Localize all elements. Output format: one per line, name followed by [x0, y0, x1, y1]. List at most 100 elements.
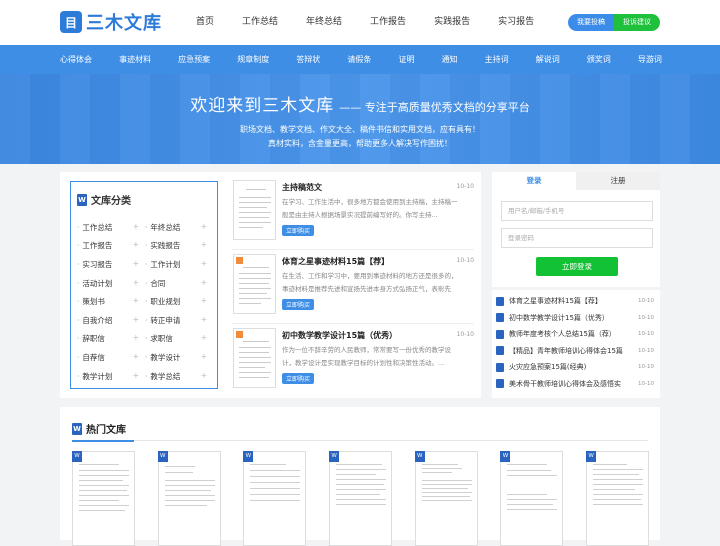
- nav-item-intern-report[interactable]: 实习报告: [498, 0, 534, 44]
- doc-thumbnail[interactable]: [233, 180, 276, 240]
- list-item[interactable]: 【精品】青年教师培训心得体会15篇 10-10: [492, 343, 660, 360]
- feedback-button[interactable]: 投诉建议: [614, 14, 660, 31]
- category-label[interactable]: 合同: [150, 279, 165, 288]
- doc-title[interactable]: 体育之星事迹材料15篇【荐】: [282, 256, 389, 267]
- category-item[interactable]: · 策划书 +: [77, 296, 145, 307]
- category-label[interactable]: 辞职信: [82, 334, 105, 343]
- category-label[interactable]: 自我介绍: [82, 316, 112, 325]
- list-item-title[interactable]: 【精品】青年教师培训心得体会15篇: [509, 346, 631, 356]
- category-item[interactable]: · 教学计划 +: [77, 371, 145, 382]
- plus-icon[interactable]: +: [201, 315, 207, 326]
- plus-icon[interactable]: +: [201, 333, 207, 344]
- nav-item-work-summary[interactable]: 工作总结: [242, 0, 278, 44]
- category-label[interactable]: 转正申请: [150, 316, 180, 325]
- category-label[interactable]: 年终总结: [150, 223, 180, 232]
- list-item[interactable]: 初中数学教学设计15篇（优秀） 10-10: [492, 310, 660, 327]
- list-item[interactable]: 火灾应急预案15篇(经典) 10-10: [492, 359, 660, 376]
- list-item[interactable]: 体育之星事迹材料15篇【荐】 10-10: [492, 293, 660, 310]
- hot-doc-thumbnail[interactable]: W: [586, 451, 650, 546]
- plus-icon[interactable]: +: [133, 296, 139, 307]
- buy-now-button[interactable]: 立即购买: [282, 299, 315, 310]
- catbar-item[interactable]: 主持词: [485, 45, 509, 74]
- plus-icon[interactable]: +: [201, 371, 207, 382]
- category-label[interactable]: 职业规划: [150, 297, 180, 306]
- nav-item-work-report[interactable]: 工作报告: [370, 0, 406, 44]
- category-item[interactable]: · 实习报告 +: [77, 259, 145, 270]
- category-label[interactable]: 实践报告: [150, 241, 180, 250]
- category-item[interactable]: · 自荐信 +: [77, 352, 145, 363]
- catbar-item[interactable]: 颁奖词: [587, 45, 611, 74]
- catbar-item[interactable]: 规章制度: [237, 45, 269, 74]
- category-item[interactable]: · 自我介绍 +: [77, 315, 145, 326]
- hot-doc-thumbnail[interactable]: W: [72, 451, 135, 546]
- catbar-item[interactable]: 通知: [442, 45, 458, 74]
- category-item[interactable]: · 辞职信 +: [77, 333, 145, 344]
- plus-icon[interactable]: +: [133, 240, 139, 251]
- category-label[interactable]: 实习报告: [82, 260, 112, 269]
- category-label[interactable]: 自荐信: [82, 353, 105, 362]
- tab-register[interactable]: 注册: [576, 172, 660, 190]
- plus-icon[interactable]: +: [133, 222, 139, 233]
- hot-doc-thumbnail[interactable]: W: [500, 451, 564, 546]
- category-item[interactable]: · 年终总结 +: [145, 222, 213, 233]
- username-input[interactable]: 用户名/邮箱/手机号: [501, 201, 653, 221]
- list-item-title[interactable]: 体育之星事迹材料15篇【荐】: [509, 296, 631, 306]
- plus-icon[interactable]: +: [201, 296, 207, 307]
- catbar-item[interactable]: 应急预案: [178, 45, 210, 74]
- category-label[interactable]: 策划书: [82, 297, 105, 306]
- featured-doc[interactable]: 主持稿范文 10-10 在学习、工作生活中，很多地方都会使用到主持稿，主持稿一般…: [232, 180, 474, 250]
- hot-doc-thumbnail[interactable]: W: [329, 451, 393, 546]
- hot-doc-thumbnail[interactable]: W: [414, 451, 478, 546]
- category-label[interactable]: 工作总结: [82, 223, 112, 232]
- featured-doc[interactable]: 体育之星事迹材料15篇【荐】 10-10 在生活、工作和学习中，要用到事迹材料的…: [232, 254, 474, 324]
- tab-login[interactable]: 登录: [492, 172, 576, 190]
- category-label[interactable]: 教学计划: [82, 372, 112, 381]
- catbar-item[interactable]: 请假条: [347, 45, 371, 74]
- buy-now-button[interactable]: 立即购买: [282, 225, 315, 236]
- category-label[interactable]: 工作计划: [150, 260, 180, 269]
- catbar-item[interactable]: 导游词: [638, 45, 662, 74]
- category-item[interactable]: · 教学总结 +: [145, 371, 213, 382]
- doc-thumbnail[interactable]: [233, 328, 276, 388]
- buy-now-button[interactable]: 立即购买: [282, 373, 315, 384]
- category-label[interactable]: 求职信: [150, 334, 173, 343]
- nav-item-practice-report[interactable]: 实践报告: [434, 0, 470, 44]
- catbar-item[interactable]: 答辩状: [296, 45, 320, 74]
- submit-button[interactable]: 我要投稿: [568, 14, 614, 31]
- password-input[interactable]: 登录密码: [501, 228, 653, 248]
- category-item[interactable]: · 实践报告 +: [145, 240, 213, 251]
- category-label[interactable]: 工作报告: [82, 241, 112, 250]
- plus-icon[interactable]: +: [201, 259, 207, 270]
- plus-icon[interactable]: +: [201, 240, 207, 251]
- plus-icon[interactable]: +: [201, 278, 207, 289]
- list-item-title[interactable]: 美术骨干教师培训心得体会及感悟实: [509, 379, 631, 389]
- plus-icon[interactable]: +: [133, 315, 139, 326]
- category-item[interactable]: · 工作报告 +: [77, 240, 145, 251]
- nav-item-year-summary[interactable]: 年终总结: [306, 0, 342, 44]
- plus-icon[interactable]: +: [133, 259, 139, 270]
- doc-thumbnail[interactable]: [233, 254, 276, 314]
- hot-doc-thumbnail[interactable]: W: [243, 451, 307, 546]
- list-item-title[interactable]: 教师年度考核个人总结15篇（荐）: [509, 329, 631, 339]
- catbar-item[interactable]: 解说词: [536, 45, 560, 74]
- category-label[interactable]: 教学设计: [150, 353, 180, 362]
- category-item[interactable]: · 工作计划 +: [145, 259, 213, 270]
- category-label[interactable]: 教学总结: [150, 372, 180, 381]
- list-item[interactable]: 美术骨干教师培训心得体会及感悟实 10-10: [492, 376, 660, 393]
- catbar-item[interactable]: 心得体会: [60, 45, 92, 74]
- featured-doc[interactable]: 初中数学教学设计15篇（优秀） 10-10 作为一位不辞辛劳的人民教师，常常要写…: [232, 328, 474, 398]
- category-item[interactable]: · 工作总结 +: [77, 222, 145, 233]
- plus-icon[interactable]: +: [133, 333, 139, 344]
- category-item[interactable]: · 合同 +: [145, 278, 213, 289]
- site-logo[interactable]: 目 三木文库: [60, 9, 162, 35]
- plus-icon[interactable]: +: [201, 352, 207, 363]
- catbar-item[interactable]: 事迹材料: [119, 45, 151, 74]
- plus-icon[interactable]: +: [133, 371, 139, 382]
- doc-title[interactable]: 主持稿范文: [282, 182, 322, 193]
- nav-item-home[interactable]: 首页: [196, 0, 214, 44]
- category-item[interactable]: · 教学设计 +: [145, 352, 213, 363]
- plus-icon[interactable]: +: [133, 278, 139, 289]
- list-item-title[interactable]: 初中数学教学设计15篇（优秀）: [509, 313, 631, 323]
- category-item[interactable]: · 转正申请 +: [145, 315, 213, 326]
- list-item[interactable]: 教师年度考核个人总结15篇（荐） 10-10: [492, 326, 660, 343]
